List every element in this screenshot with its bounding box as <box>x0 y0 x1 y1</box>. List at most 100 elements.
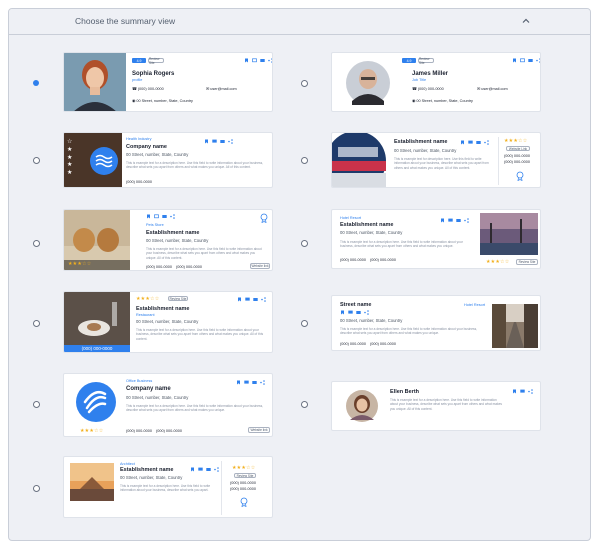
bookmark-icon[interactable] <box>244 58 249 63</box>
summary-card-6[interactable]: Hotel Resort Establishment name 00 Stree… <box>331 209 541 269</box>
rating-stars: ★★★☆☆ <box>136 296 160 302</box>
description: This is example text for a description h… <box>126 161 264 170</box>
review-site-badge[interactable]: Review Site <box>234 473 256 478</box>
chat-icon[interactable] <box>252 58 257 63</box>
action-icons <box>440 218 469 223</box>
mail-icon[interactable] <box>253 297 258 302</box>
bookmark-icon[interactable] <box>512 58 517 63</box>
category: Restaurant <box>136 313 155 317</box>
view-radio-10[interactable] <box>301 401 308 408</box>
chat-icon[interactable] <box>520 58 525 63</box>
summary-card-8[interactable]: Street name Hotel Resort 00 Street, numb… <box>331 295 541 351</box>
share-icon[interactable] <box>536 58 541 63</box>
mail-icon[interactable] <box>260 58 265 63</box>
share-icon[interactable] <box>484 140 489 145</box>
phone-number: (000) 000-0000 <box>230 481 256 485</box>
mail-icon[interactable] <box>206 467 211 472</box>
category: Hotel Resort <box>340 216 362 220</box>
monitor-icon[interactable] <box>468 140 473 145</box>
monitor-icon[interactable] <box>244 380 249 385</box>
summary-card-2[interactable]: 4.9 Review Site James Miller Job Title ☎… <box>331 52 541 112</box>
monitor-icon[interactable] <box>448 218 453 223</box>
mail-icon[interactable] <box>356 310 361 315</box>
view-radio-1[interactable] <box>33 80 39 86</box>
monitor-icon[interactable] <box>348 310 353 315</box>
review-site-badge[interactable]: Review Site <box>148 57 164 65</box>
bookmark-icon[interactable] <box>190 467 195 472</box>
share-icon[interactable] <box>268 58 273 63</box>
view-radio-6[interactable] <box>301 240 308 247</box>
share-icon[interactable] <box>228 139 233 144</box>
view-radio-5[interactable] <box>33 240 40 247</box>
summary-card-11[interactable]: Architect Establishment name 00 Street, … <box>63 456 273 518</box>
share-icon[interactable] <box>260 380 265 385</box>
phone-number-2: (000) 000-0000 <box>370 342 396 346</box>
share-icon[interactable] <box>364 310 369 315</box>
bookmark-icon[interactable] <box>460 140 465 145</box>
company-name: Company name <box>126 386 171 392</box>
review-site-badge[interactable]: Review Site <box>168 296 188 301</box>
view-radio-11[interactable] <box>33 485 40 492</box>
summary-card-7[interactable]: (000) 000-0000 ★★★☆☆ Review Site Establi… <box>63 291 273 353</box>
bookmark-icon[interactable] <box>237 297 242 302</box>
cover-image: ☆ ★ ★ ★ ★ <box>64 133 122 187</box>
establishment-name: Establishment name <box>340 222 394 228</box>
website-link-button[interactable]: Website link <box>250 263 270 269</box>
website-link-button[interactable]: Website link <box>248 427 270 433</box>
chevron-up-icon[interactable] <box>519 14 533 28</box>
monitor-icon[interactable] <box>520 389 525 394</box>
review-site-badge[interactable]: Review Site <box>418 57 434 65</box>
summary-card-3[interactable]: ☆ ★ ★ ★ ★ Health Industry Company name 00 St… <box>63 132 273 188</box>
action-icons <box>340 310 369 315</box>
share-icon[interactable] <box>214 467 219 472</box>
view-radio-8[interactable] <box>301 320 308 327</box>
chat-icon[interactable] <box>154 214 159 219</box>
address: 00 Street, number, State, Country <box>126 395 189 400</box>
phone-number: (000) 000-0000 <box>146 265 172 269</box>
monitor-icon[interactable] <box>245 297 250 302</box>
address: 00 Street, number, State, Country <box>136 99 193 103</box>
summary-card-4[interactable]: Establishment name 00 Street, number, St… <box>331 132 541 188</box>
mail-icon[interactable] <box>252 380 257 385</box>
bookmark-icon[interactable] <box>236 380 241 385</box>
mail-icon[interactable] <box>162 214 167 219</box>
view-radio-2[interactable] <box>301 80 308 87</box>
monitor-icon[interactable] <box>198 467 203 472</box>
phone-number: (000) 000-0000 <box>137 87 164 91</box>
bookmark-icon[interactable] <box>340 310 345 315</box>
summary-card-9[interactable]: ★★★☆☆ Office Business Company name 00 St… <box>63 373 273 437</box>
share-icon[interactable] <box>170 214 175 219</box>
mail-icon[interactable] <box>456 218 461 223</box>
mail-icon[interactable] <box>220 139 225 144</box>
establishment-name: Establishment name <box>136 306 190 312</box>
address-row: ◉ 00 Street, number, State, Country <box>412 99 473 103</box>
location-pin-icon: ◉ <box>412 99 416 103</box>
view-radio-4[interactable] <box>301 157 308 164</box>
bookmark-icon[interactable] <box>204 139 209 144</box>
bookmark-icon[interactable] <box>440 218 445 223</box>
website-link-button[interactable]: Website Link <box>506 146 530 151</box>
view-radio-7[interactable] <box>33 320 40 327</box>
panel-header[interactable]: Choose the summary view <box>9 9 590 35</box>
hotel-photo <box>480 213 538 255</box>
action-icons <box>204 139 233 144</box>
share-icon[interactable] <box>261 297 266 302</box>
review-site-button[interactable]: Review Site <box>516 259 538 265</box>
bookmark-icon[interactable] <box>512 389 517 394</box>
share-icon[interactable] <box>528 389 533 394</box>
summary-card-10[interactable]: Ellen Berth This is example text for a d… <box>331 381 541 431</box>
summary-card-1[interactable]: 4.9 Review Site Sophia Rogers profile ☎ … <box>63 52 273 112</box>
monitor-icon[interactable] <box>212 139 217 144</box>
summary-card-5[interactable]: ★★★☆☆ Pets Store Establishment name 00 S… <box>63 209 273 271</box>
mail-icon[interactable] <box>476 140 481 145</box>
bookmark-icon[interactable] <box>146 214 151 219</box>
mail-icon[interactable] <box>528 58 533 63</box>
phone-bar[interactable]: (000) 000-0000 <box>64 345 130 352</box>
description: This is example text for a description h… <box>340 240 463 249</box>
view-radio-3[interactable] <box>33 157 40 164</box>
share-icon[interactable] <box>464 218 469 223</box>
award-icon <box>260 213 268 223</box>
phone-number-2: (000) 000-0000 <box>230 487 256 491</box>
view-radio-9[interactable] <box>33 401 40 408</box>
category: Pets Store <box>146 223 164 227</box>
